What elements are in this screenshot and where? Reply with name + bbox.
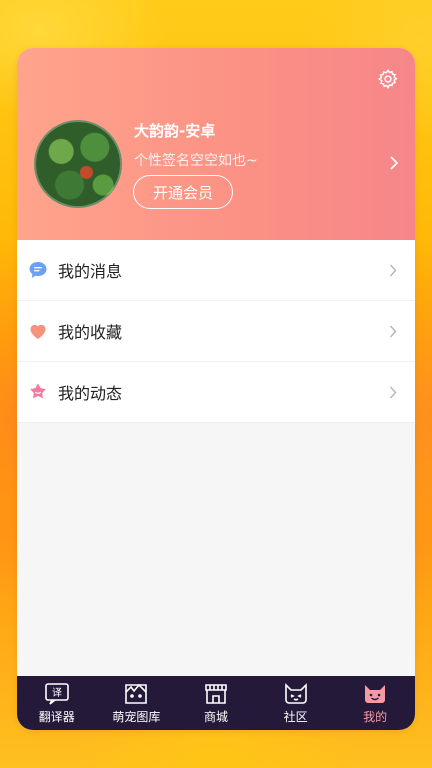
menu-item-favorites[interactable]: 我的收藏 xyxy=(17,301,415,362)
flower-icon xyxy=(30,383,46,399)
avatar[interactable] xyxy=(34,120,122,208)
menu-item-label: 我的消息 xyxy=(58,262,123,281)
settings-gear-icon[interactable] xyxy=(377,68,399,90)
bottom-tab-bar: 译 翻译器 萌宠图库 商城 社区 我的 xyxy=(17,676,415,730)
tab-label: 社区 xyxy=(283,710,308,724)
message-icon xyxy=(29,262,47,278)
menu-item-label: 我的收藏 xyxy=(58,323,123,342)
chevron-right-icon xyxy=(389,264,397,277)
shop-icon xyxy=(205,684,227,704)
tab-me[interactable]: 我的 xyxy=(335,676,415,730)
pet-gallery-icon xyxy=(125,683,148,704)
chevron-right-icon[interactable] xyxy=(389,156,399,170)
menu-item-label: 我的动态 xyxy=(58,384,123,403)
chevron-right-icon xyxy=(389,325,397,338)
menu-item-moments[interactable]: 我的动态 xyxy=(17,362,415,423)
chevron-right-icon xyxy=(389,386,397,399)
tab-pet-gallery[interactable]: 萌宠图库 xyxy=(97,676,177,730)
cat-community-icon xyxy=(284,683,307,704)
profile-header: 大韵韵-安卓 个性签名空空如也~ 开通会员 xyxy=(17,48,415,240)
tab-community[interactable]: 社区 xyxy=(256,676,336,730)
signature-text: 个性签名空空如也~ xyxy=(134,153,258,169)
tab-label: 萌宠图库 xyxy=(112,710,161,724)
profile-card: 大韵韵-安卓 个性签名空空如也~ 开通会员 我的消息 我的收藏 我的动态 译 翻… xyxy=(17,48,415,730)
tab-label: 我的 xyxy=(363,710,388,724)
svg-text:译: 译 xyxy=(52,687,62,699)
tab-label: 翻译器 xyxy=(38,710,75,724)
vip-membership-button[interactable]: 开通会员 xyxy=(133,175,233,209)
tab-shop[interactable]: 商城 xyxy=(176,676,256,730)
menu-item-messages[interactable]: 我的消息 xyxy=(17,240,415,301)
tab-translator[interactable]: 译 翻译器 xyxy=(17,676,97,730)
username: 大韵韵-安卓 xyxy=(134,122,216,140)
heart-icon xyxy=(30,324,46,339)
translator-icon: 译 xyxy=(44,683,69,705)
tab-label: 商城 xyxy=(203,710,228,724)
me-icon xyxy=(365,685,386,703)
menu-list: 我的消息 我的收藏 我的动态 xyxy=(17,240,415,423)
